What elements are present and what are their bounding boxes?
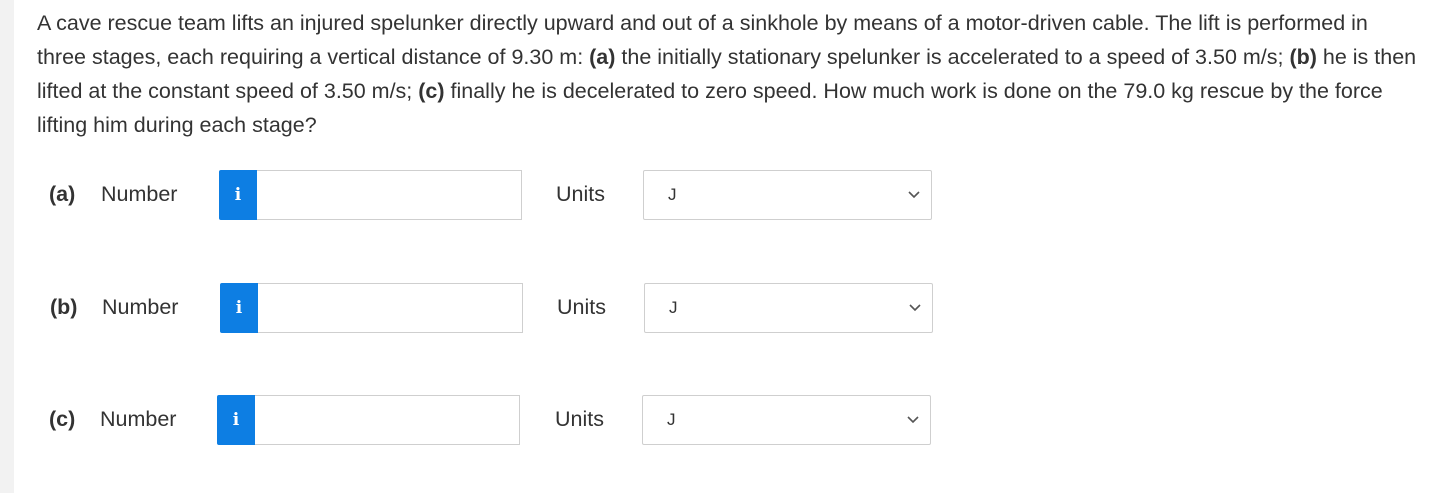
- units-selected-value: J: [668, 185, 677, 204]
- info-icon: i: [235, 297, 243, 318]
- question-segment: the initially stationary spelunker is ac…: [615, 45, 1290, 69]
- info-button[interactable]: i: [217, 395, 255, 445]
- question-text: A cave rescue team lifts an injured spel…: [37, 6, 1422, 142]
- units-dropdown-c[interactable]: J: [642, 395, 931, 445]
- units-selected-value: J: [669, 298, 678, 317]
- number-label: Number: [100, 407, 177, 431]
- units-label: Units: [555, 407, 604, 431]
- number-label: Number: [101, 182, 178, 206]
- part-label: (b): [50, 295, 78, 319]
- info-button[interactable]: i: [220, 283, 258, 333]
- info-icon: i: [234, 184, 242, 205]
- question-part-b-label: (b): [1289, 45, 1317, 69]
- units-selected-value: J: [667, 410, 676, 429]
- chevron-down-icon: [907, 416, 919, 424]
- answer-row-b: (b) Number i Units J: [14, 283, 1436, 333]
- units-dropdown-a[interactable]: J: [643, 170, 932, 220]
- info-icon: i: [232, 409, 240, 430]
- number-input-b[interactable]: [258, 283, 523, 333]
- chevron-down-icon: [908, 191, 920, 199]
- answer-row-c: (c) Number i Units J: [14, 395, 1436, 445]
- number-label: Number: [102, 295, 179, 319]
- chevron-down-icon: [909, 304, 921, 312]
- units-dropdown-b[interactable]: J: [644, 283, 933, 333]
- number-input-c[interactable]: [255, 395, 520, 445]
- question-part-c-label: (c): [418, 79, 445, 103]
- units-label: Units: [556, 182, 605, 206]
- number-input-a[interactable]: [257, 170, 522, 220]
- info-button[interactable]: i: [219, 170, 257, 220]
- question-part-a-label: (a): [589, 45, 616, 69]
- part-label: (a): [49, 182, 76, 206]
- question-card: A cave rescue team lifts an injured spel…: [14, 0, 1436, 493]
- part-label: (c): [49, 407, 76, 431]
- units-label: Units: [557, 295, 606, 319]
- answer-row-a: (a) Number i Units J: [14, 170, 1436, 220]
